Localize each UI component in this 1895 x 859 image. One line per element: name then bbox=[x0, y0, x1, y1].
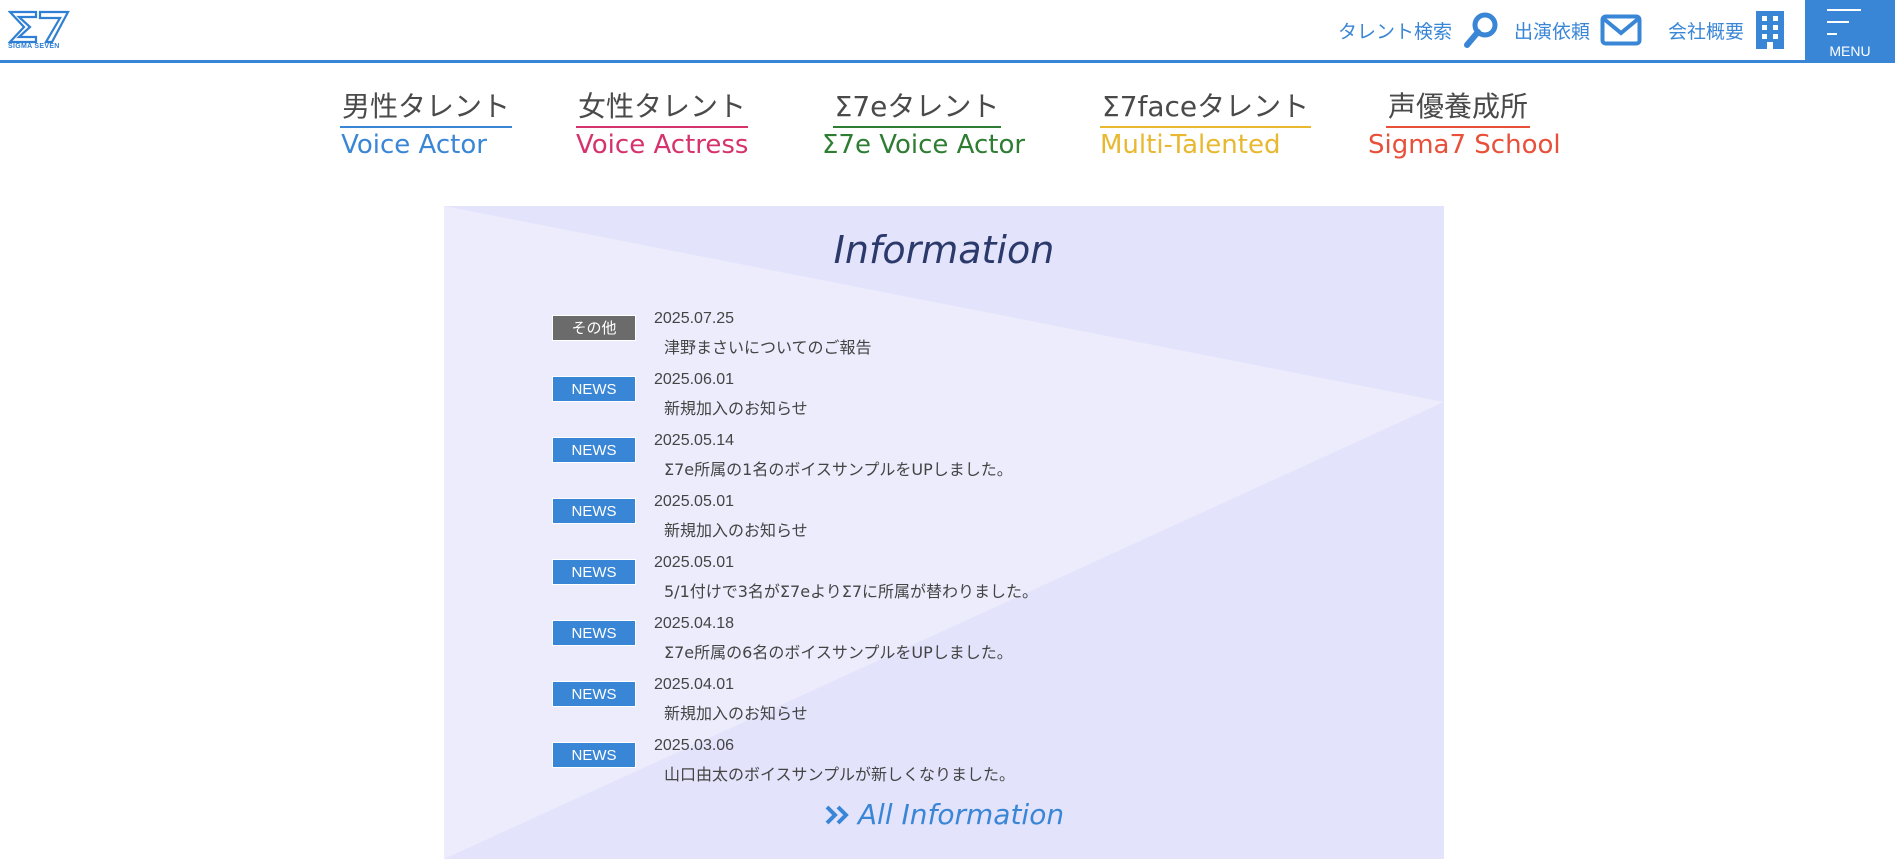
search-icon bbox=[1462, 10, 1502, 50]
news-title[interactable]: 新規加入のお知らせ bbox=[664, 700, 808, 724]
nav-talent-search-label: タレント検索 bbox=[1338, 20, 1453, 43]
category-s7e-talent[interactable]: Σ7eタレント Σ7e Voice Actor bbox=[822, 90, 1026, 161]
category-badge: その他 bbox=[552, 315, 636, 341]
category-en-label: Voice Actor bbox=[341, 129, 487, 160]
news-date: 2025.05.01 bbox=[654, 493, 735, 510]
category-en-label: Multi-Talented bbox=[1100, 129, 1281, 160]
news-date: 2025.05.14 bbox=[654, 432, 735, 449]
news-title[interactable]: 山口由太のボイスサンプルが新しくなりました。 bbox=[664, 761, 1015, 785]
category-female-talent[interactable]: 女性タレント Voice Actress bbox=[576, 90, 749, 161]
double-chevron-right-icon bbox=[824, 800, 850, 833]
hamburger-line bbox=[1827, 9, 1861, 11]
news-date: 2025.04.18 bbox=[654, 615, 735, 632]
nav-talent-search[interactable]: タレント検索 bbox=[1338, 0, 1502, 60]
news-item[interactable]: NEWS 2025.03.06 山口由太のボイスサンプルが新しくなりました。 bbox=[552, 737, 1252, 798]
category-en-label: Voice Actress bbox=[576, 129, 749, 160]
news-title[interactable]: Σ7e所属の6名のボイスサンプルをUPしました。 bbox=[664, 639, 1013, 663]
category-badge: NEWS bbox=[552, 620, 636, 646]
news-title[interactable]: 新規加入のお知らせ bbox=[664, 517, 808, 541]
news-item[interactable]: NEWS 2025.04.18 Σ7e所属の6名のボイスサンプルをUPしました。 bbox=[552, 615, 1252, 676]
category-badge: NEWS bbox=[552, 376, 636, 402]
news-item[interactable]: その他 2025.07.25 津野まさいについてのご報告 bbox=[552, 310, 1252, 371]
nav-appearance-request-label: 出演依頼 bbox=[1514, 20, 1591, 43]
news-date: 2025.06.01 bbox=[654, 371, 735, 388]
news-item[interactable]: NEWS 2025.04.01 新規加入のお知らせ bbox=[552, 676, 1252, 737]
logo[interactable]: SIGMA SEVEN bbox=[8, 10, 70, 54]
news-title[interactable]: 5/1付けで3名がΣ7eよりΣ7に所属が替わりました。 bbox=[664, 578, 1038, 602]
category-jp-label: Σ7faceタレント bbox=[1100, 90, 1312, 128]
information-title: Information bbox=[833, 228, 1055, 272]
news-title[interactable]: Σ7e所属の1名のボイスサンプルをUPしました。 bbox=[664, 456, 1013, 480]
menu-label: MENU bbox=[1829, 43, 1871, 59]
nav-company-profile[interactable]: 会社概要 bbox=[1668, 0, 1786, 60]
news-item[interactable]: NEWS 2025.05.01 新規加入のお知らせ bbox=[552, 493, 1252, 554]
category-nav: 男性タレント Voice Actor 女性タレント Voice Actress … bbox=[0, 90, 1895, 170]
category-en-label: Σ7e Voice Actor bbox=[822, 129, 1026, 160]
category-s7face-talent[interactable]: Σ7faceタレント Multi-Talented bbox=[1100, 90, 1312, 161]
nav-appearance-request[interactable]: 出演依頼 bbox=[1514, 0, 1642, 60]
news-item[interactable]: NEWS 2025.06.01 新規加入のお知らせ bbox=[552, 371, 1252, 432]
category-badge: NEWS bbox=[552, 498, 636, 524]
mail-icon bbox=[1600, 14, 1642, 46]
menu-button[interactable]: MENU bbox=[1805, 0, 1895, 63]
all-information-label: All Information bbox=[857, 798, 1065, 831]
category-jp-label: 男性タレント bbox=[340, 90, 513, 128]
category-en-label: Sigma7 School bbox=[1368, 129, 1561, 160]
category-badge: NEWS bbox=[552, 681, 636, 707]
news-date: 2025.03.06 bbox=[654, 737, 735, 754]
hamburger-line bbox=[1827, 21, 1849, 23]
category-badge: NEWS bbox=[552, 437, 636, 463]
category-male-talent[interactable]: 男性タレント Voice Actor bbox=[340, 90, 513, 161]
category-badge: NEWS bbox=[552, 559, 636, 585]
site-header: SIGMA SEVEN タレント検索 出演依頼 会社概要 MENU bbox=[0, 0, 1895, 63]
news-title[interactable]: 新規加入のお知らせ bbox=[664, 395, 808, 419]
category-badge: NEWS bbox=[552, 742, 636, 768]
building-icon bbox=[1754, 10, 1786, 50]
hamburger-line bbox=[1827, 33, 1837, 35]
all-information-link[interactable]: All Information bbox=[444, 798, 1444, 833]
nav-company-profile-label: 会社概要 bbox=[1668, 20, 1745, 43]
sigma-seven-logo-icon bbox=[8, 10, 70, 44]
category-jp-label: 女性タレント bbox=[576, 90, 749, 128]
news-date: 2025.04.01 bbox=[654, 676, 735, 693]
category-voice-school[interactable]: 声優養成所 Sigma7 School bbox=[1368, 90, 1561, 161]
news-date: 2025.05.01 bbox=[654, 554, 735, 571]
information-panel: Information その他 2025.07.25 津野まさいについてのご報告… bbox=[444, 206, 1444, 859]
news-title[interactable]: 津野まさいについてのご報告 bbox=[664, 334, 872, 358]
news-item[interactable]: NEWS 2025.05.01 5/1付けで3名がΣ7eよりΣ7に所属が替わりま… bbox=[552, 554, 1252, 615]
news-list: その他 2025.07.25 津野まさいについてのご報告 NEWS 2025.0… bbox=[552, 310, 1252, 798]
news-item[interactable]: NEWS 2025.05.14 Σ7e所属の1名のボイスサンプルをUPしました。 bbox=[552, 432, 1252, 493]
news-date: 2025.07.25 bbox=[654, 310, 735, 327]
logo-subtitle: SIGMA SEVEN bbox=[8, 43, 60, 50]
category-jp-label: Σ7eタレント bbox=[832, 90, 1002, 128]
category-jp-label: 声優養成所 bbox=[1385, 90, 1530, 128]
